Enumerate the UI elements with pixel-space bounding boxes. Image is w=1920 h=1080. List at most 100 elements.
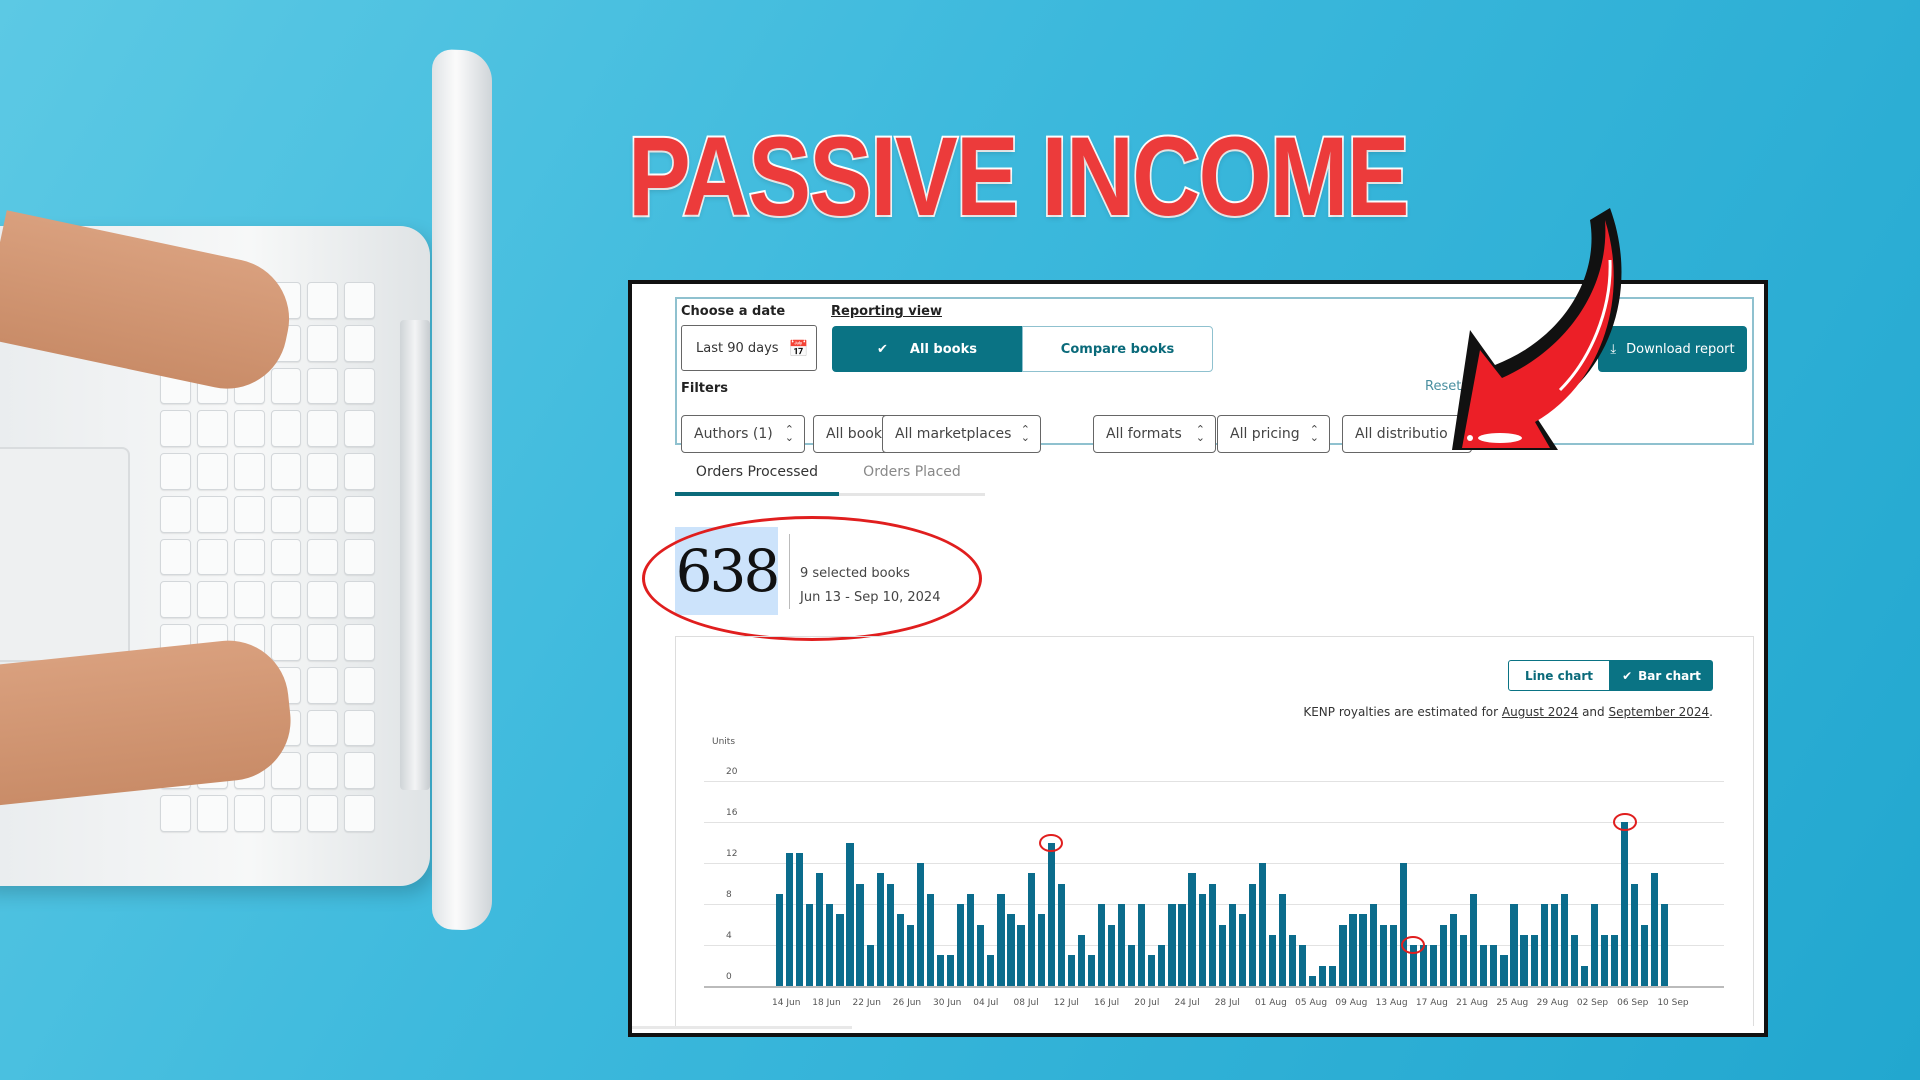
bar[interactable] — [1118, 904, 1126, 986]
bar[interactable] — [1439, 924, 1448, 986]
bar[interactable] — [1530, 934, 1538, 986]
date-picker[interactable]: Last 90 days 📅 — [681, 325, 817, 371]
bar[interactable] — [1208, 883, 1216, 986]
bar[interactable] — [1550, 904, 1558, 986]
bar[interactable] — [1480, 945, 1488, 986]
bar[interactable] — [886, 883, 894, 986]
bar[interactable] — [1470, 893, 1478, 986]
bar[interactable] — [1379, 924, 1387, 986]
bar[interactable] — [1138, 904, 1146, 986]
horizontal-scrollbar[interactable] — [632, 1026, 852, 1029]
bar[interactable] — [1560, 893, 1568, 986]
bar[interactable] — [906, 924, 914, 986]
bar[interactable] — [1621, 822, 1629, 986]
bar[interactable] — [816, 873, 824, 986]
bar[interactable] — [1027, 873, 1035, 986]
filter-select[interactable]: All pricing ⌃ ⌄ — [1217, 415, 1330, 453]
bar[interactable] — [876, 873, 884, 986]
bar[interactable] — [836, 914, 844, 986]
filter-select[interactable]: All formats ⌃ ⌄ — [1093, 415, 1216, 453]
bar[interactable] — [1460, 934, 1468, 986]
bar[interactable] — [1590, 904, 1599, 986]
bar[interactable] — [916, 863, 925, 986]
bar[interactable] — [786, 852, 794, 986]
bar[interactable] — [1359, 914, 1367, 986]
bar[interactable] — [1168, 904, 1176, 986]
bar[interactable] — [1661, 904, 1669, 986]
bar[interactable] — [866, 945, 874, 986]
bar[interactable] — [967, 893, 975, 986]
bar[interactable] — [1309, 975, 1317, 986]
bar[interactable] — [856, 883, 864, 986]
bar[interactable] — [806, 904, 814, 986]
bar[interactable] — [987, 955, 995, 986]
bar[interactable] — [1279, 893, 1287, 986]
all-books-button[interactable]: ✔ All books — [832, 326, 1022, 372]
bar[interactable] — [957, 904, 965, 986]
bar[interactable] — [1369, 904, 1377, 986]
bar[interactable] — [1057, 883, 1065, 986]
bar[interactable] — [1399, 863, 1407, 986]
bar[interactable] — [1148, 955, 1156, 986]
filter-select[interactable]: Authors (1) ⌃ ⌄ — [681, 415, 805, 453]
bar[interactable] — [1329, 965, 1337, 986]
bar[interactable] — [1490, 945, 1498, 986]
compare-books-button[interactable]: Compare books — [1022, 326, 1213, 372]
bar[interactable] — [1520, 934, 1528, 986]
bar[interactable] — [1107, 924, 1116, 986]
bar[interactable] — [1198, 893, 1206, 986]
filter-select[interactable]: All marketplaces ⌃ ⌄ — [882, 415, 1041, 453]
bar[interactable] — [1188, 873, 1196, 986]
tab-orders-placed[interactable]: Orders Placed — [839, 464, 985, 480]
bar[interactable] — [1047, 842, 1055, 986]
bar[interactable] — [1037, 914, 1045, 986]
bar[interactable] — [1097, 904, 1106, 986]
bar[interactable] — [896, 914, 904, 986]
bar[interactable] — [846, 842, 854, 986]
bar[interactable] — [1580, 965, 1588, 986]
bar[interactable] — [1238, 914, 1246, 986]
bar[interactable] — [1500, 955, 1508, 986]
bar[interactable] — [1389, 924, 1397, 986]
bar[interactable] — [1087, 955, 1096, 986]
bar[interactable] — [1319, 965, 1327, 986]
filter-select-label: All books — [826, 426, 890, 442]
bar[interactable] — [926, 893, 935, 986]
bar[interactable] — [1289, 934, 1297, 986]
bar[interactable] — [1429, 945, 1438, 986]
bar[interactable] — [1339, 924, 1347, 986]
bar[interactable] — [977, 924, 985, 986]
bar[interactable] — [1510, 904, 1518, 986]
bar[interactable] — [1077, 934, 1085, 986]
bar[interactable] — [776, 893, 784, 986]
bar[interactable] — [1299, 945, 1307, 986]
bar[interactable] — [1218, 924, 1226, 986]
bar[interactable] — [1610, 934, 1619, 986]
bar[interactable] — [1450, 914, 1458, 986]
bar[interactable] — [997, 893, 1005, 986]
bar[interactable] — [1540, 904, 1548, 986]
bar[interactable] — [1651, 873, 1659, 986]
bar[interactable] — [1600, 934, 1609, 986]
bar[interactable] — [1268, 934, 1277, 986]
bar[interactable] — [947, 955, 955, 986]
bar[interactable] — [1017, 924, 1025, 986]
bar[interactable] — [1007, 914, 1015, 986]
bar[interactable] — [1228, 904, 1236, 986]
bar[interactable] — [1178, 904, 1186, 986]
bar[interactable] — [796, 852, 804, 986]
bar[interactable] — [826, 904, 834, 986]
bar[interactable] — [1641, 924, 1649, 986]
bar[interactable] — [1631, 883, 1639, 986]
reporting-view-label[interactable]: Reporting view — [831, 304, 942, 319]
bar[interactable] — [1258, 863, 1267, 986]
bar[interactable] — [936, 955, 945, 986]
bar[interactable] — [1570, 934, 1578, 986]
gridline — [704, 822, 1724, 823]
bar[interactable] — [1067, 955, 1075, 986]
tab-orders-processed[interactable]: Orders Processed — [675, 464, 839, 480]
bar[interactable] — [1128, 945, 1136, 986]
bar[interactable] — [1349, 914, 1357, 986]
bar[interactable] — [1158, 945, 1166, 986]
bar[interactable] — [1248, 883, 1256, 986]
